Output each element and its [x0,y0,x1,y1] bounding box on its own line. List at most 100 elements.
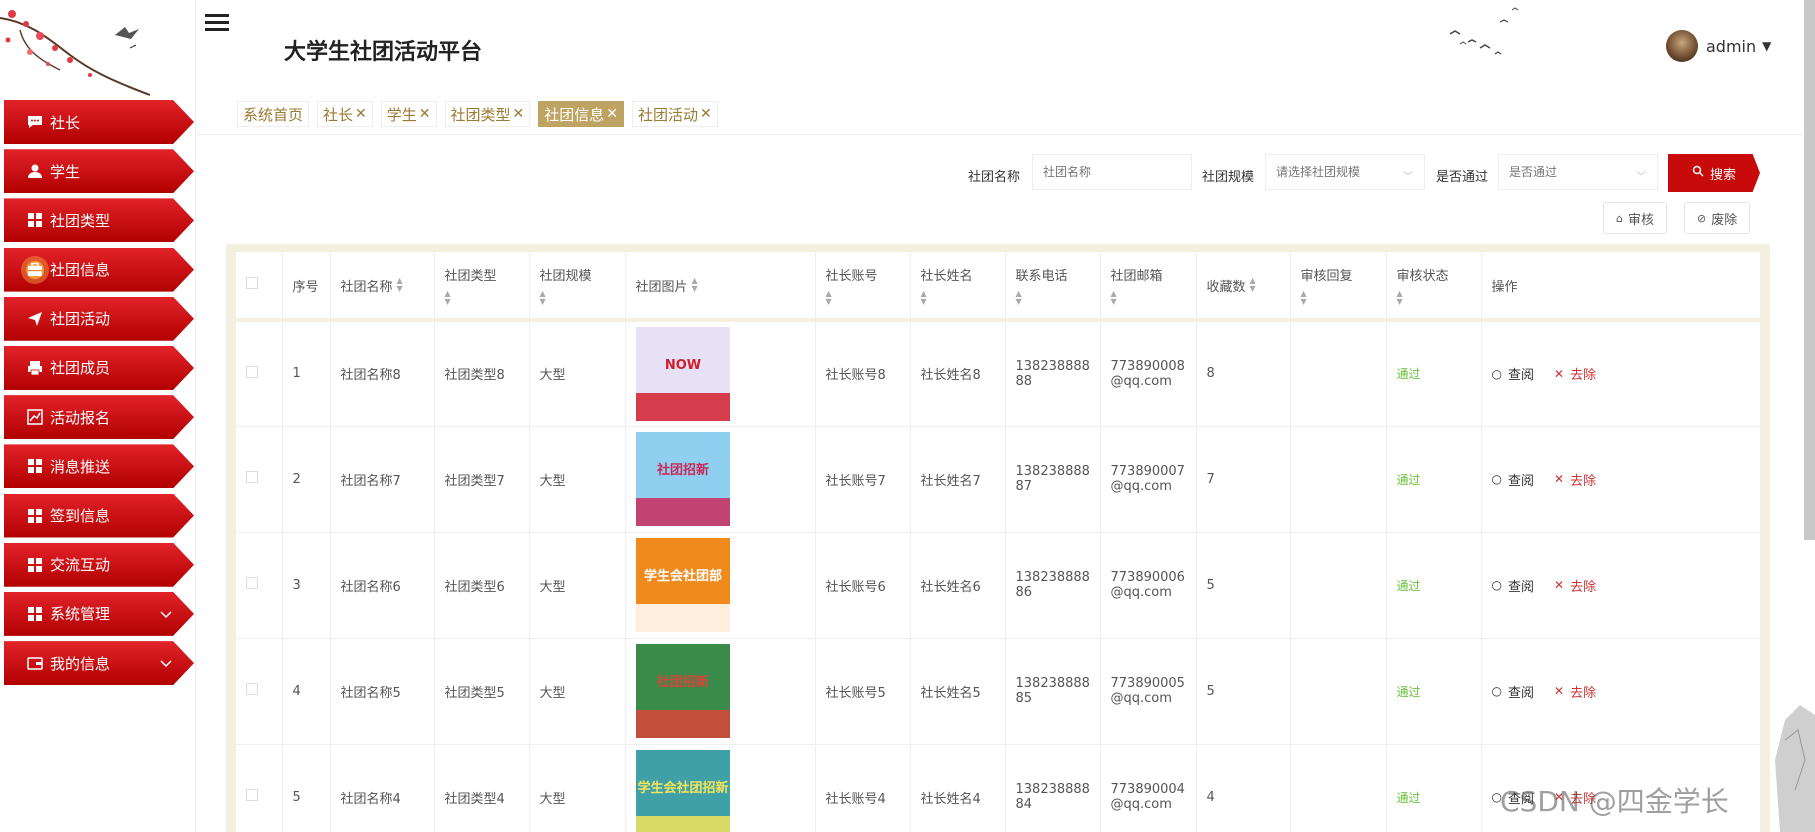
header-scale[interactable]: 社团规模 ▲ ▼ [529,252,626,322]
close-icon[interactable]: ✕ [419,106,431,122]
tab-label: 社团信息 [544,105,605,124]
sidebar-item-system[interactable]: 系统管理 [4,591,194,636]
sidebar-item-label: 社长 [50,113,81,132]
tab-club-activity[interactable]: 社团活动 ✕ [632,101,718,127]
chevron-down-icon: ﹀ [1403,172,1413,183]
status-badge: 通过 [1396,472,1421,487]
sort-icon: ▲ ▼ [1110,288,1117,306]
sidebar-item-interaction[interactable]: 交流互动 [4,542,194,587]
select-cell [236,320,283,427]
audit-button[interactable]: ⌂ 审核 [1603,202,1667,234]
close-icon[interactable]: ✕ [700,106,712,122]
svg-text:学生会社团部: 学生会社团部 [643,568,721,584]
sort-icon: ▲ ▼ [920,288,927,306]
select-all-checkbox[interactable] [246,277,258,289]
sidebar-item-student[interactable]: 学生 [4,149,194,194]
leader-account-cell: 社长账号5 [815,638,911,745]
tab-club-info[interactable]: 社团信息 ✕ [538,101,625,127]
header-type[interactable]: 社团类型 ▲ ▼ [434,252,530,322]
view-button[interactable]: ○ 查阅 [1492,682,1535,701]
sidebar: 社长 学生 社团类型 社团信息 社团活动 社团成员 活动报名 消息推送 签到信息… [0,0,196,832]
club-image[interactable]: 学生会社团招新 [635,750,730,832]
favorites-cell: 4 [1196,744,1291,832]
remove-button[interactable]: ✕ 去除 [1554,470,1596,489]
view-button[interactable]: ○ 查阅 [1492,470,1535,489]
row-checkbox[interactable] [246,471,258,483]
username: admin [1706,36,1757,56]
svg-text:学生会社团招新: 学生会社团招新 [637,780,728,796]
name-cell: 社团名称8 [330,320,435,427]
club-image[interactable]: 社团招新 [635,644,730,738]
phone-cell: 138238888 86 [1005,532,1101,639]
sidebar-item-club-type[interactable]: 社团类型 [4,198,194,243]
club-scale-select[interactable] [1265,154,1425,190]
tabs-divider [196,134,1803,135]
club-image[interactable]: 学生会社团部 [635,538,730,632]
view-button[interactable]: ○ 查阅 [1492,576,1535,595]
pass-status-select[interactable] [1498,154,1658,190]
chevron-down-icon [160,655,172,673]
row-checkbox[interactable] [246,577,258,589]
delete-button[interactable]: ⊘ 废除 [1684,202,1751,234]
header-favorites[interactable]: 收藏数 ▲ ▼ [1196,252,1291,322]
user-menu[interactable]: admin ▼ [1666,30,1771,62]
club-image[interactable]: NOW [635,326,730,421]
header-name[interactable]: 社团名称 ▲ ▼ [330,252,435,322]
remove-button[interactable]: ✕ 去除 [1554,576,1596,595]
header-leader-account[interactable]: 社长账号 ▲ ▼ [815,252,911,322]
header-actions: 操作 [1481,252,1761,322]
tab-student[interactable]: 学生 ✕ [380,101,437,127]
tab-home[interactable]: 系统首页 [237,101,310,127]
tab-leader[interactable]: 社长 ✕ [317,101,373,127]
sidebar-item-label: 交流互动 [50,556,111,575]
header-email[interactable]: 社团邮箱 ▲ ▼ [1100,252,1197,322]
close-icon[interactable]: ✕ [355,106,367,122]
leader-name-cell: 社长姓名7 [910,426,1006,533]
row-checkbox[interactable] [246,789,258,801]
leader-account-cell: 社长账号6 [815,532,911,639]
close-icon[interactable]: ✕ [513,106,525,122]
close-icon[interactable]: ✕ [606,106,618,122]
club-image[interactable]: 社团招新 [635,432,730,526]
sidebar-item-leader[interactable]: 社长 [4,100,194,144]
scale-cell: 大型 [529,744,626,832]
sort-icon: ▲ ▼ [1396,288,1403,306]
sidebar-item-club-activity[interactable]: 社团活动 [4,296,194,341]
lock-icon: ⌂ [1616,211,1623,225]
scrollbar[interactable] [1804,0,1815,540]
select-cell [236,744,283,832]
row-checkbox[interactable] [246,683,258,695]
tab-bar: 系统首页 社长 ✕ 学生 ✕ 社团类型 ✕ 社团信息 ✕ 社团活动 ✕ [237,101,726,127]
header-status[interactable]: 审核状态 ▲ ▼ [1386,252,1482,322]
sidebar-item-message-push[interactable]: 消息推送 [4,444,194,489]
scale-cell: 大型 [529,320,626,427]
menu-toggle-icon[interactable] [205,14,229,36]
row-checkbox[interactable] [246,365,258,378]
header-reply[interactable]: 审核回复 ▲ ▼ [1290,252,1387,322]
chart-icon [26,408,44,426]
search-button[interactable]: 搜索 [1668,154,1760,192]
sidebar-item-label: 活动报名 [50,408,111,427]
sidebar-item-my-info[interactable]: 我的信息 [4,641,194,686]
header-leader-name[interactable]: 社长姓名 ▲ ▼ [910,252,1006,322]
search-button-label: 搜索 [1709,167,1736,183]
sidebar-item-activity-signup[interactable]: 活动报名 [4,395,194,440]
remove-button[interactable]: ✕ 去除 [1554,364,1596,384]
sidebar-item-checkin[interactable]: 签到信息 [4,493,194,538]
club-name-input[interactable] [1032,154,1192,190]
favorites-cell: 7 [1196,426,1291,533]
sidebar-menu: 社长 学生 社团类型 社团信息 社团活动 社团成员 活动报名 消息推送 签到信息… [4,100,194,690]
header-image[interactable]: 社团图片 ▲ ▼ [625,252,816,322]
type-cell: 社团类型5 [434,638,530,745]
type-cell: 社团类型4 [434,744,530,832]
select-cell [236,426,283,533]
tab-club-type[interactable]: 社团类型 ✕ [444,101,531,127]
sidebar-item-club-members[interactable]: 社团成员 [4,345,194,390]
header-phone[interactable]: 联系电话 ▲ ▼ [1005,252,1101,322]
sort-icon: ▲ ▼ [1300,288,1307,306]
sidebar-item-club-info[interactable]: 社团信息 [4,247,194,292]
remove-button[interactable]: ✕ 去除 [1554,682,1596,701]
birds-decoration [1449,7,1519,55]
sidebar-item-label: 我的信息 [50,654,111,673]
view-button[interactable]: ○ 查阅 [1492,364,1535,384]
